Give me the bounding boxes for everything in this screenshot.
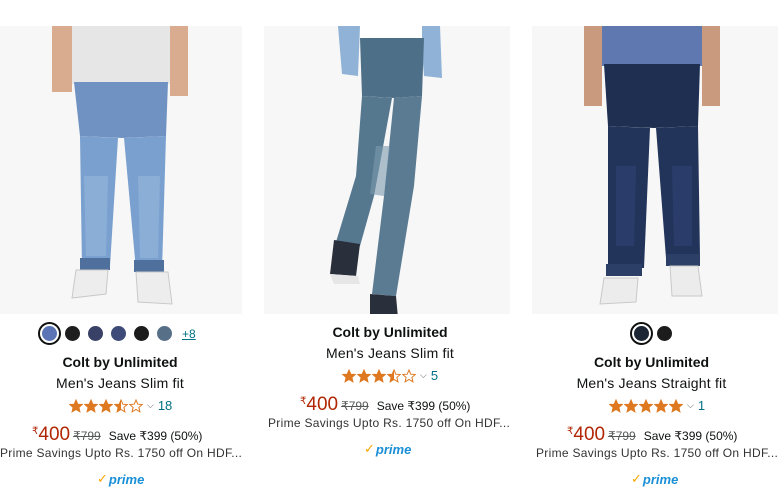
rating-row[interactable]: ⌵ 1	[609, 398, 705, 413]
price-row: ₹ 400 ₹799 Save ₹399 (50%)	[300, 394, 470, 416]
price: 400	[38, 424, 71, 445]
color-swatches: +8	[38, 322, 196, 345]
star-icon	[402, 368, 416, 383]
product-image[interactable]	[0, 26, 242, 314]
star-icon	[609, 398, 623, 413]
prime-check-icon: ✓	[364, 441, 375, 456]
product-image[interactable]	[532, 26, 778, 314]
chevron-down-icon: ⌵	[147, 400, 154, 410]
star-icon	[84, 398, 98, 413]
star-icon	[114, 398, 128, 413]
color-swatch[interactable]	[65, 326, 80, 341]
brand-name: Colt by Unlimited	[332, 324, 448, 340]
prime-savings-text: Prime Savings Upto Rs. 1750 off On HDF..…	[268, 416, 511, 430]
product-title[interactable]: Men's Jeans Slim fit	[264, 345, 516, 361]
rating-row[interactable]: ⌵ 5	[342, 368, 438, 383]
mrp-price: ₹799	[341, 399, 369, 413]
prime-savings-text: Prime Savings Upto Rs. 1750 off On HDF..…	[0, 446, 243, 460]
review-count[interactable]: 5	[431, 368, 438, 383]
color-swatch[interactable]	[134, 326, 149, 341]
color-swatch[interactable]	[630, 322, 653, 345]
brand-name: Colt by Unlimited	[593, 354, 710, 370]
currency-symbol: ₹	[567, 426, 574, 437]
star-icon	[342, 368, 356, 383]
price-row: ₹ 400 ₹799 Save ₹399 (50%)	[567, 424, 737, 446]
more-colors-link[interactable]: +8	[182, 327, 196, 341]
prime-check-icon: ✓	[631, 471, 642, 486]
mrp-price: ₹799	[608, 429, 636, 443]
color-swatch[interactable]	[657, 326, 672, 341]
star-icon	[624, 398, 638, 413]
savings-text: Save ₹399 (50%)	[108, 429, 203, 443]
star-rating	[609, 398, 683, 413]
chevron-down-icon: ⌵	[687, 400, 694, 410]
star-icon	[654, 398, 668, 413]
savings-text: Save ₹399 (50%)	[376, 399, 471, 413]
star-icon	[669, 398, 683, 413]
product-image[interactable]	[264, 26, 510, 314]
brand-name: Colt by Unlimited	[62, 354, 178, 370]
savings-text: Save ₹399 (50%)	[643, 429, 738, 443]
product-title[interactable]: Men's Jeans Straight fit	[526, 375, 777, 391]
rating-row[interactable]: ⌵ 18	[69, 398, 172, 413]
prime-label: prime	[642, 471, 679, 487]
mrp-price: ₹799	[73, 429, 101, 443]
product-title[interactable]: Men's Jeans Slim fit	[0, 375, 245, 391]
prime-label: prime	[375, 441, 412, 457]
review-count[interactable]: 18	[158, 398, 172, 413]
color-swatch[interactable]	[111, 326, 126, 341]
color-swatch[interactable]	[88, 326, 103, 341]
star-icon	[69, 398, 83, 413]
star-icon	[639, 398, 653, 413]
prime-badge: ✓ prime	[631, 471, 678, 487]
color-swatch[interactable]	[157, 326, 172, 341]
color-swatch[interactable]	[38, 322, 61, 345]
star-icon	[99, 398, 113, 413]
prime-check-icon: ✓	[97, 471, 108, 486]
prime-label: prime	[108, 471, 145, 487]
color-swatches	[630, 322, 672, 345]
star-icon	[129, 398, 143, 413]
prime-badge: ✓ prime	[364, 441, 411, 457]
currency-symbol: ₹	[32, 426, 39, 437]
currency-symbol: ₹	[300, 396, 307, 407]
chevron-down-icon: ⌵	[420, 370, 427, 380]
star-rating	[342, 368, 416, 383]
star-icon	[372, 368, 386, 383]
review-count[interactable]: 1	[698, 398, 705, 413]
product-card-3[interactable]: Colt by Unlimited Men's Jeans Straight f…	[532, 0, 783, 495]
prime-savings-text: Prime Savings Upto Rs. 1750 off On HDF..…	[536, 446, 779, 460]
price: 400	[306, 394, 339, 415]
star-icon	[357, 368, 371, 383]
star-icon	[387, 368, 401, 383]
product-card-1[interactable]: +8 Colt by Unlimited Men's Jeans Slim fi…	[0, 0, 250, 495]
prime-badge: ✓ prime	[97, 471, 144, 487]
price-row: ₹ 400 ₹799 Save ₹399 (50%)	[32, 424, 202, 446]
star-rating	[69, 398, 143, 413]
price: 400	[573, 424, 606, 445]
product-card-2[interactable]: Colt by Unlimited Men's Jeans Slim fit ⌵…	[264, 0, 516, 495]
